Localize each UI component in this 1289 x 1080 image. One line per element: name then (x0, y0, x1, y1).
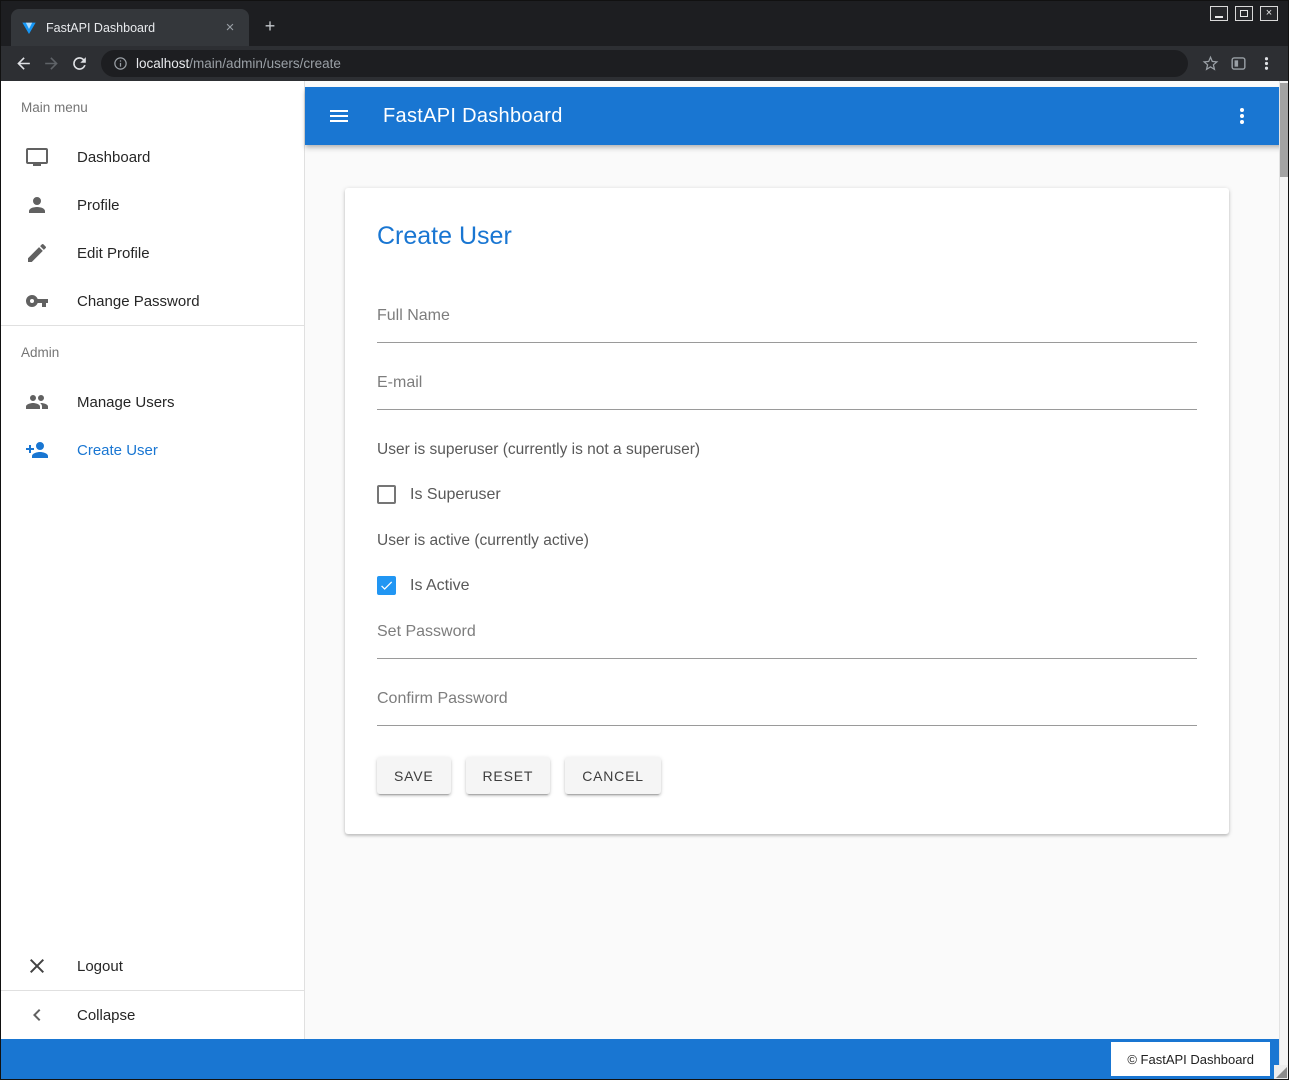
set-password-field[interactable] (377, 623, 1197, 659)
close-icon: × (1266, 8, 1272, 19)
superuser-checkbox-row[interactable]: Is Superuser (377, 485, 1197, 504)
page-content: Create User User is superuser (currently… (305, 145, 1288, 1039)
person-add-icon (25, 438, 49, 462)
sidebar-item-label: Collapse (77, 1007, 135, 1024)
sidebar-item-label: Profile (77, 197, 120, 214)
app-bar-title: FastAPI Dashboard (383, 105, 1198, 128)
back-arrow-icon (14, 54, 33, 73)
tab-close-icon[interactable]: × (221, 19, 239, 37)
cancel-button[interactable]: CANCEL (565, 757, 661, 794)
bookmark-button[interactable] (1196, 50, 1224, 78)
key-icon (25, 289, 49, 313)
people-icon (25, 390, 49, 414)
reload-button[interactable] (65, 50, 93, 78)
sidebar-item-label: Logout (77, 958, 123, 975)
superuser-hint: User is superuser (currently is not a su… (377, 441, 1197, 459)
superuser-checkbox[interactable] (377, 485, 396, 504)
sidebar: Main menu Dashboard Profile Edit Profile… (1, 81, 305, 1039)
kebab-menu-icon (1257, 54, 1276, 73)
back-button[interactable] (9, 50, 37, 78)
sidebar-item-change-password[interactable]: Change Password (1, 277, 304, 325)
email-field[interactable] (377, 374, 1197, 410)
sidebar-item-logout[interactable]: Logout (1, 942, 304, 990)
kebab-menu-icon (1230, 104, 1254, 128)
sidebar-item-dashboard[interactable]: Dashboard (1, 133, 304, 181)
save-button[interactable]: SAVE (377, 757, 451, 794)
sidebar-spacer (1, 474, 304, 942)
active-checkbox[interactable] (377, 576, 396, 595)
address-bar[interactable]: localhost/main/admin/users/create (101, 50, 1188, 77)
app-menu-button[interactable] (1224, 98, 1260, 134)
sidebar-item-edit-profile[interactable]: Edit Profile (1, 229, 304, 277)
app-bar: FastAPI Dashboard (305, 87, 1288, 145)
scrollbar-thumb[interactable] (1280, 83, 1288, 177)
full-name-field[interactable] (377, 307, 1197, 343)
url-text: localhost/main/admin/users/create (136, 56, 341, 71)
superuser-checkbox-label: Is Superuser (410, 486, 501, 504)
main-area: FastAPI Dashboard Create User User is su… (305, 81, 1288, 1039)
sidebar-section-admin: Admin (1, 326, 304, 378)
close-x-icon (25, 954, 49, 978)
sidebar-item-label: Manage Users (77, 394, 175, 411)
copyright-text: © FastAPI Dashboard (1111, 1042, 1270, 1076)
hamburger-menu-icon (327, 104, 351, 128)
confirm-password-field[interactable] (377, 690, 1197, 726)
dashboard-icon (25, 145, 49, 169)
forward-button[interactable] (37, 50, 65, 78)
page-scrollbar[interactable] (1279, 81, 1288, 1065)
active-hint: User is active (currently active) (377, 532, 1197, 550)
new-tab-button[interactable]: + (255, 11, 285, 41)
form-actions: SAVE RESET CANCEL (377, 757, 1197, 794)
page: Main menu Dashboard Profile Edit Profile… (1, 81, 1288, 1079)
check-icon (379, 578, 394, 593)
person-icon (25, 193, 49, 217)
page-title: Create User (377, 222, 1197, 251)
sidebar-item-collapse[interactable]: Collapse (1, 991, 304, 1039)
maximize-icon (1240, 10, 1248, 17)
reload-icon (70, 54, 89, 73)
pencil-icon (25, 241, 49, 265)
vuetify-logo-icon (21, 20, 37, 36)
maximize-button[interactable] (1235, 6, 1253, 21)
sidebar-item-label: Dashboard (77, 149, 150, 166)
active-checkbox-label: Is Active (410, 577, 470, 595)
page-info-icon[interactable] (113, 56, 128, 71)
url-host: localhost (136, 56, 189, 71)
tab-title: FastAPI Dashboard (46, 21, 212, 35)
minimize-button[interactable] (1210, 6, 1228, 21)
sidebar-section-main-menu: Main menu (1, 81, 304, 133)
sidebar-item-profile[interactable]: Profile (1, 181, 304, 229)
close-button[interactable]: × (1260, 6, 1278, 21)
sidebar-item-create-user[interactable]: Create User (1, 426, 304, 474)
chevron-left-icon (25, 1003, 49, 1027)
minimize-icon (1215, 16, 1223, 18)
browser-tab[interactable]: FastAPI Dashboard × (11, 9, 249, 46)
forward-arrow-icon (42, 54, 61, 73)
window-controls: × (1210, 6, 1278, 21)
sidebar-item-label: Create User (77, 442, 158, 459)
create-user-card: Create User User is superuser (currently… (345, 188, 1229, 834)
browser-toolbar: localhost/main/admin/users/create (1, 46, 1288, 81)
app-footer: © FastAPI Dashboard (1, 1039, 1288, 1079)
sidebar-item-manage-users[interactable]: Manage Users (1, 378, 304, 426)
browser-menu-button[interactable] (1252, 50, 1280, 78)
star-icon (1201, 54, 1220, 73)
active-checkbox-row[interactable]: Is Active (377, 576, 1197, 595)
extension-icon (1229, 54, 1248, 73)
extension-button[interactable] (1224, 50, 1252, 78)
resize-grip[interactable] (1274, 1065, 1288, 1079)
browser-window: FastAPI Dashboard × + × localhost/main/a… (0, 0, 1289, 1080)
hamburger-menu-button[interactable] (321, 98, 357, 134)
sidebar-item-label: Change Password (77, 293, 200, 310)
sidebar-item-label: Edit Profile (77, 245, 150, 262)
reset-button[interactable]: RESET (466, 757, 551, 794)
url-path: /main/admin/users/create (189, 56, 341, 71)
browser-tab-strip: FastAPI Dashboard × + × (1, 1, 1288, 46)
